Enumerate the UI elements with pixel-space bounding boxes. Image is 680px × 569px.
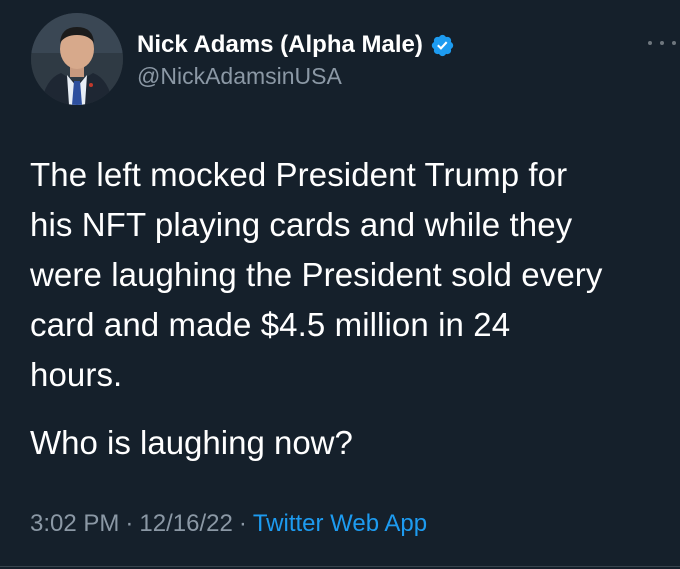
divider — [0, 566, 680, 567]
tweet-source-link[interactable]: Twitter Web App — [253, 510, 427, 537]
author-name-row: Nick Adams (Alpha Male) — [137, 29, 455, 61]
meta-separator: · — [238, 510, 247, 537]
tweet-time[interactable]: 3:02 PM — [30, 510, 119, 537]
avatar-image — [31, 13, 123, 105]
author-handle[interactable]: @NickAdamsinUSA — [137, 63, 342, 90]
more-options-icon[interactable] — [648, 36, 676, 50]
tweet-text-second-paragraph: Who is laughing now? — [30, 424, 353, 461]
meta-separator: · — [125, 510, 134, 537]
tweet-text-line: hours. — [30, 356, 123, 393]
tweet-text-line: were laughing the President sold every — [30, 256, 603, 293]
tweet-text-line: card and made $4.5 million in 24 — [30, 306, 511, 343]
tweet-text-line: his NFT playing cards and while they — [30, 206, 573, 243]
verified-badge-icon — [430, 33, 455, 58]
author-display-name[interactable]: Nick Adams (Alpha Male) — [137, 31, 423, 59]
tweet-metadata: 3:02 PM · 12/16/22 · Twitter Web App — [30, 510, 427, 538]
tweet-date[interactable]: 12/16/22 — [139, 510, 232, 537]
tweet-text-line: The left mocked President Trump for — [30, 156, 568, 193]
avatar[interactable] — [31, 13, 123, 105]
tweet: Nick Adams (Alpha Male) @NickAdamsinUSA … — [0, 0, 680, 569]
tweet-text: The left mocked President Trump for his … — [30, 150, 680, 400]
